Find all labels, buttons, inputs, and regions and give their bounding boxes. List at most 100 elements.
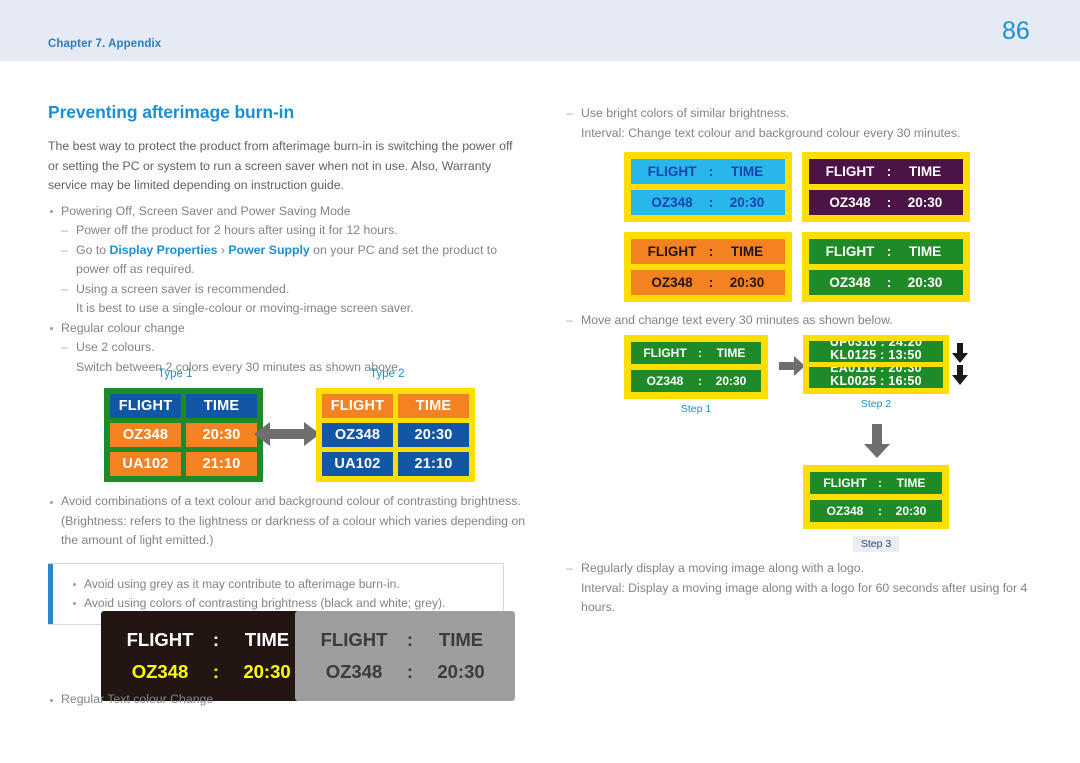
board-green-yellow: FLIGHT : TIME OZ348 : 20:30 <box>802 232 970 302</box>
board-row: FLIGHT : TIME <box>311 624 499 656</box>
list-item: Use bright colors of similar brightness.… <box>566 104 1042 143</box>
link-power-supply[interactable]: Power Supply <box>228 243 309 257</box>
board-step3: FLIGHT : TIME OZ348 : 20:30 <box>803 465 949 529</box>
cell-time-header: TIME <box>908 244 942 259</box>
cell-time-header: TIME <box>438 629 484 650</box>
step3-caption: Step 3 <box>852 536 900 552</box>
step1-caption: Step 1 <box>680 403 712 415</box>
board-grey: FLIGHT : TIME OZ348 : 20:30 <box>295 611 515 701</box>
arrow-down-icon <box>864 424 890 463</box>
cell-flight-value: UA102 <box>322 452 393 476</box>
cell-flight-value: OZ348 <box>651 195 693 210</box>
cell-flight-header: FLIGHT <box>320 629 388 650</box>
cell-time-value: 20:30 <box>243 661 291 682</box>
step2-caption: Step 2 <box>860 398 892 410</box>
board-cyan-yellow: FLIGHT : TIME OZ348 : 20:30 <box>624 152 792 222</box>
breadcrumb-chapter: Chapter 7. Appendix <box>48 38 162 50</box>
board-type1: FLIGHT TIME OZ348 20:30 UA102 21:10 <box>104 388 263 482</box>
bullet-text: Regular colour change <box>61 320 185 335</box>
cell-flight-header: FLIGHT <box>647 164 697 179</box>
list-item: Power off the product for 2 hours after … <box>61 221 526 241</box>
cell-time-header: TIME <box>730 164 764 179</box>
right-sublist-2: Move and change text every 30 minutes as… <box>566 311 1044 331</box>
list-item: Avoid combinations of a text colour and … <box>48 492 526 551</box>
left-column-footer: Regular Text colour Change <box>48 690 526 710</box>
cell-flight-value: OZ348 <box>829 275 871 290</box>
board-row: OZ348 : 20:30 <box>117 656 305 688</box>
bullet-text: Avoid combinations of a text colour and … <box>61 494 526 547</box>
board-row: FLIGHT : TIME <box>631 342 761 364</box>
cell-colon: : <box>212 629 220 650</box>
sub-text: Regularly display a moving image along w… <box>581 561 864 575</box>
board-row: FLIGHT : TIME <box>809 159 963 184</box>
board-row: FLIGHT : TIME <box>810 472 942 494</box>
board-row: FLIGHT : TIME <box>631 159 785 184</box>
sub-text: Move and change text every 30 minutes as… <box>581 313 893 327</box>
figure-step2: UP0310 : 24:20 KL0125 : 13:50 EA0110 : 2… <box>803 335 949 410</box>
board-row: OZ348 20:30 <box>322 423 469 447</box>
cell-colon: : <box>878 504 882 518</box>
step3-caption-wrap: Step 3 <box>803 534 949 552</box>
cell-time-value: 21:10 <box>186 452 257 476</box>
cell-colon: : <box>886 275 892 290</box>
cell-time-header: TIME <box>730 244 764 259</box>
chevron-separator: › <box>217 242 229 257</box>
figure-step1: FLIGHT : TIME OZ348 : 20:30 Step 1 <box>624 335 768 415</box>
figure-type1-type2: Type 1 Type 2 FLIGHT TIME OZ348 20:30 UA… <box>48 368 526 490</box>
board-row: OZ348 : 20:30 <box>810 500 942 522</box>
cell-time-value: 20:30 <box>729 275 765 290</box>
cell-flight-header: FLIGHT <box>110 394 181 418</box>
board-row-scrolling: EA0110 : 20:30 KL0025 : 16:50 <box>809 367 943 388</box>
sub-text: Use bright colors of similar brightness. <box>581 106 790 120</box>
cell-colon: : <box>708 275 714 290</box>
cell-colon: : <box>886 195 892 210</box>
cell-colon: : <box>406 629 414 650</box>
sub-text: Use 2 colours. <box>76 340 155 354</box>
note-text: Avoid using colors of contrasting bright… <box>84 595 446 610</box>
board-row: FLIGHT : TIME <box>631 239 785 264</box>
cell-flight-header: FLIGHT <box>647 244 697 259</box>
cell-colon: : <box>708 244 714 259</box>
cell-time-header: TIME <box>908 164 942 179</box>
sub-text: Power off the product for 2 hours after … <box>76 223 398 237</box>
cell-flight-value: OZ348 <box>131 661 189 682</box>
link-display-properties[interactable]: Display Properties <box>110 243 218 257</box>
cell-colon: : <box>708 195 714 210</box>
board-row: FLIGHT TIME <box>110 394 257 418</box>
right-sublist-3: Regularly display a moving image along w… <box>566 559 1044 618</box>
board-row: OZ348 20:30 <box>110 423 257 447</box>
note-list: Avoid using grey as it may contribute to… <box>70 575 493 613</box>
board-row: FLIGHT : TIME <box>117 624 305 656</box>
cell-time-value: 20:30 <box>907 195 943 210</box>
cell-flight-header: FLIGHT <box>643 346 687 360</box>
cell-colon: : <box>708 164 714 179</box>
list-item: Using a screen saver is recommended. It … <box>61 280 526 319</box>
right-column-mid: Move and change text every 30 minutes as… <box>566 311 1044 331</box>
cell-time-header: TIME <box>716 346 746 360</box>
list-item: Powering Off, Screen Saver and Power Sav… <box>48 202 526 319</box>
sub-text-pre: Go to <box>76 242 110 257</box>
list-item: Avoid using colors of contrasting bright… <box>70 594 493 613</box>
list-item: Regular Text colour Change <box>48 690 526 710</box>
cell-flight-value: OZ348 <box>325 661 383 682</box>
board-orange-yellow: FLIGHT : TIME OZ348 : 20:30 <box>624 232 792 302</box>
figure-step3: FLIGHT : TIME OZ348 : 20:30 Step 3 <box>803 465 949 552</box>
cell-time-value: 20:30 <box>907 275 943 290</box>
scroll-text-2: KL0125 : 13:50 <box>830 348 922 362</box>
cell-colon: : <box>878 476 882 490</box>
page-title: Preventing afterimage burn-in <box>48 102 295 122</box>
board-step1: FLIGHT : TIME OZ348 : 20:30 <box>624 335 768 399</box>
board-row: FLIGHT : TIME <box>809 239 963 264</box>
cell-time-value: 20:30 <box>398 423 469 447</box>
cell-time-value: 20:30 <box>186 423 257 447</box>
board-row: UA102 21:10 <box>322 452 469 476</box>
left-bullet-list-2: Avoid combinations of a text colour and … <box>48 492 526 551</box>
cell-time-header: TIME <box>398 394 469 418</box>
board-row: FLIGHT TIME <box>322 394 469 418</box>
right-sublist-1: Use bright colors of similar brightness.… <box>566 104 1042 143</box>
cell-flight-value: OZ348 <box>826 504 864 518</box>
page-number: 86 <box>1002 17 1030 45</box>
board-row: UA102 21:10 <box>110 452 257 476</box>
cell-colon: : <box>886 164 892 179</box>
cell-time-header: TIME <box>186 394 257 418</box>
